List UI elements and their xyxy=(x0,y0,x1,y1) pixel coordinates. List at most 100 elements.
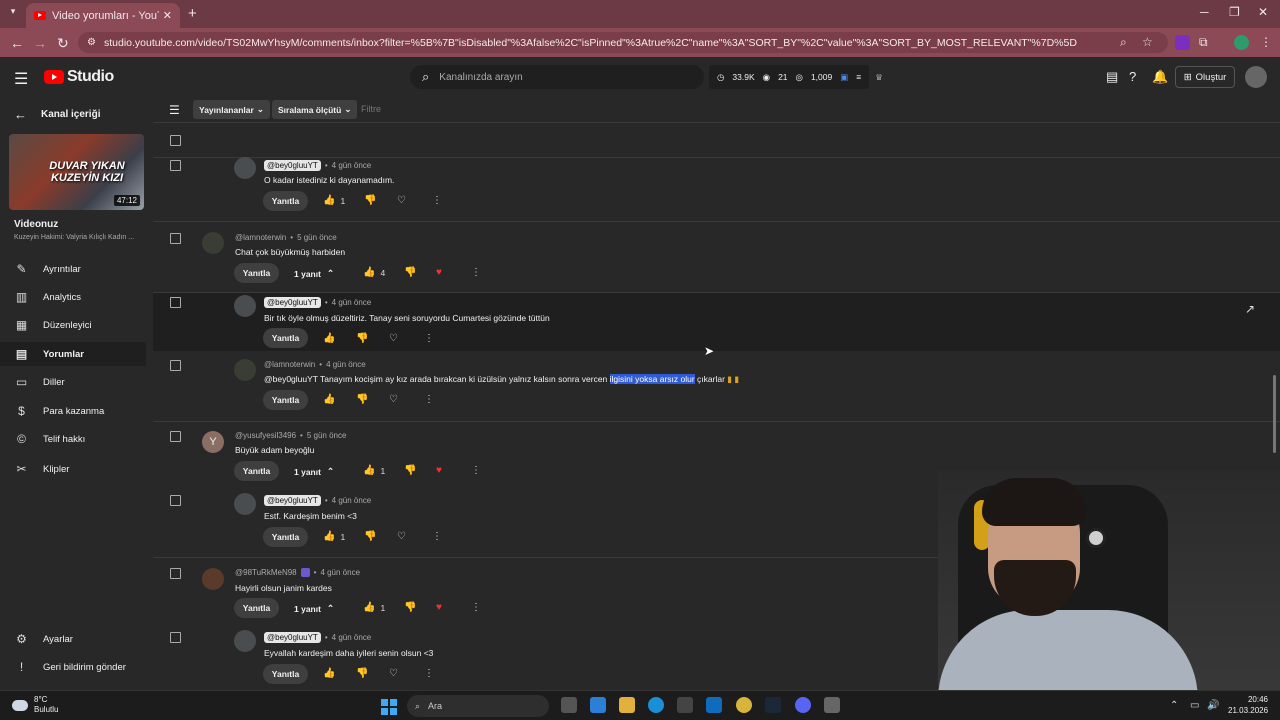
tray-chevron-icon[interactable]: ⌃ xyxy=(1170,700,1178,711)
site-info-icon[interactable]: ⚙ xyxy=(87,37,96,48)
author-handle[interactable]: @yusufyesil3496 xyxy=(235,431,296,440)
ext-badge-icon[interactable]: ▣ xyxy=(840,72,848,83)
row-checkbox[interactable] xyxy=(170,632,181,643)
creator-heart-button[interactable]: ♥ xyxy=(436,267,442,278)
comment-time[interactable]: 5 gün önce xyxy=(307,431,347,440)
avatar[interactable] xyxy=(234,630,256,652)
heart-button[interactable]: ♡ xyxy=(389,333,398,344)
avatar[interactable] xyxy=(202,568,224,590)
comment-time[interactable]: 4 gün önce xyxy=(332,161,372,170)
dislike-button[interactable]: 👎 xyxy=(404,465,416,476)
close-window-icon[interactable]: ✕ xyxy=(1258,5,1268,19)
row-checkbox[interactable] xyxy=(170,568,181,579)
extensions-icon[interactable]: ⧉ xyxy=(1199,35,1208,50)
reply-button[interactable]: Yanıtla xyxy=(263,191,308,211)
bookmark-star-icon[interactable]: ☆ xyxy=(1142,35,1153,49)
row-checkbox[interactable] xyxy=(170,431,181,442)
comment-time[interactable]: 4 gün önce xyxy=(332,298,372,307)
extension-icon[interactable] xyxy=(1175,35,1190,50)
channel-search-input[interactable]: ⌕ Kanalınızda arayın xyxy=(410,65,704,89)
sidebar-item-comments[interactable]: ▤ Yorumlar xyxy=(0,342,146,366)
network-icon[interactable]: ▭ xyxy=(1190,700,1199,711)
scrollbar[interactable] xyxy=(1273,375,1276,453)
browser-menu-icon[interactable]: ⋮ xyxy=(1260,35,1272,49)
windows-start-icon[interactable] xyxy=(381,699,397,715)
heart-button[interactable]: ♡ xyxy=(389,668,398,679)
profile-icon[interactable] xyxy=(1234,35,1249,50)
avatar[interactable] xyxy=(202,232,224,254)
zoom-icon[interactable]: ⌕ xyxy=(1120,35,1127,50)
reply-button[interactable]: Yanıtla xyxy=(263,390,308,410)
list-icon[interactable]: ≡ xyxy=(856,72,861,82)
row-checkbox[interactable] xyxy=(170,297,181,308)
discord-icon[interactable] xyxy=(795,697,811,713)
open-in-new-icon[interactable]: ↗ xyxy=(1245,302,1255,316)
reply-button[interactable]: Yanıtla xyxy=(234,461,279,481)
channel-content-link[interactable]: ← Kanal içeriği xyxy=(14,107,100,122)
widgets-icon[interactable] xyxy=(590,697,606,713)
dislike-button[interactable]: 👎 xyxy=(404,602,416,613)
heart-button[interactable]: ♡ xyxy=(389,394,398,405)
comment-time[interactable]: 4 gün önce xyxy=(320,568,360,577)
select-all-checkbox[interactable] xyxy=(170,135,181,146)
replies-toggle[interactable]: 1 yanıt ⌃ xyxy=(294,466,334,477)
avatar[interactable] xyxy=(234,295,256,317)
comment-time[interactable]: 5 gün önce xyxy=(297,233,337,242)
dislike-button[interactable]: 👎 xyxy=(364,531,376,542)
weather-widget[interactable]: 8°C Bulutlu xyxy=(12,695,58,715)
volume-icon[interactable]: 🔊 xyxy=(1207,700,1219,711)
author-handle[interactable]: @98TuRkMeN98 xyxy=(235,568,297,577)
creator-heart-button[interactable]: ♥ xyxy=(436,602,442,613)
create-button[interactable]: ⊞ Oluştur xyxy=(1175,66,1235,88)
task-view-icon[interactable] xyxy=(561,697,577,713)
realtime-stats[interactable]: ◷ 33.9K ◉ 21 ◎ 1,009 ▣ ≡ ♕ xyxy=(709,65,883,89)
back-icon[interactable]: ← xyxy=(10,35,24,51)
like-button[interactable]: 👍 xyxy=(323,394,335,405)
more-button[interactable]: ⋮ xyxy=(471,465,481,476)
owner-handle[interactable]: @bey0gluuYT xyxy=(264,632,321,643)
menu-icon[interactable]: ☰ xyxy=(14,69,28,89)
more-button[interactable]: ⋮ xyxy=(432,531,442,542)
creator-heart-button[interactable]: ♥ xyxy=(436,465,442,476)
sidebar-item-details[interactable]: ✎ Ayrıntılar xyxy=(0,257,146,281)
reply-button[interactable]: Yanıtla xyxy=(263,527,308,547)
dislike-button[interactable]: 👎 xyxy=(356,394,368,405)
published-filter-chip[interactable]: Yayınlananlar ⌄ xyxy=(193,100,270,119)
like-button[interactable]: 👍 4 xyxy=(363,267,385,278)
avatar[interactable] xyxy=(234,493,256,515)
owner-handle[interactable]: @bey0gluuYT xyxy=(264,160,321,171)
system-clock[interactable]: 20:46 21.03.2026 xyxy=(1228,694,1268,716)
minimize-icon[interactable]: ─ xyxy=(1200,5,1209,19)
reply-button[interactable]: Yanıtla xyxy=(263,328,308,348)
store-icon[interactable] xyxy=(677,697,693,713)
more-button[interactable]: ⋮ xyxy=(432,195,442,206)
video-thumbnail[interactable]: DUVAR YIKAN KUZEYİN KIZI 47:12 xyxy=(9,134,144,210)
replies-toggle[interactable]: 1 yanıt ⌃ xyxy=(294,603,334,614)
like-button[interactable]: 👍 xyxy=(323,668,335,679)
heart-button[interactable]: ♡ xyxy=(397,195,406,206)
tab-search-icon[interactable]: ▾ xyxy=(6,6,20,20)
avatar[interactable] xyxy=(234,359,256,381)
chrome-icon[interactable] xyxy=(736,697,752,713)
more-button[interactable]: ⋮ xyxy=(424,668,434,679)
taskbar-search[interactable]: ⌕ Ara xyxy=(407,695,549,717)
sidebar-item-settings[interactable]: ⚙ Ayarlar xyxy=(0,627,146,651)
steam-icon[interactable] xyxy=(765,697,781,713)
row-checkbox[interactable] xyxy=(170,160,181,171)
filter-icon[interactable]: ☰ xyxy=(169,103,180,117)
author-handle[interactable]: @lamnoterwin xyxy=(235,233,286,242)
dislike-button[interactable]: 👎 xyxy=(356,668,368,679)
sidebar-item-clips[interactable]: ✂ Klipler xyxy=(0,457,146,481)
filter-input[interactable]: Filtre xyxy=(361,104,381,114)
sidebar-item-monetization[interactable]: $ Para kazanma xyxy=(0,399,146,423)
new-tab-icon[interactable]: + xyxy=(188,5,197,22)
sidebar-item-languages[interactable]: ▭ Diller xyxy=(0,370,146,394)
replies-toggle[interactable]: 1 yanıt ⌃ xyxy=(294,268,334,279)
account-avatar[interactable] xyxy=(1245,66,1267,88)
comment-time[interactable]: 4 gün önce xyxy=(326,360,366,369)
more-button[interactable]: ⋮ xyxy=(424,394,434,405)
like-button[interactable]: 👍 1 xyxy=(363,602,385,613)
reply-button[interactable]: Yanıtla xyxy=(234,263,279,283)
help-icon[interactable]: ? xyxy=(1129,69,1136,84)
comment-time[interactable]: 4 gün önce xyxy=(332,633,372,642)
